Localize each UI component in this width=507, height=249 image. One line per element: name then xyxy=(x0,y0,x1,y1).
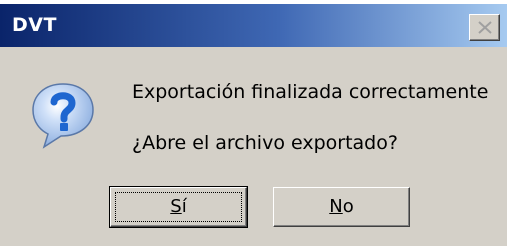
titlebar[interactable]: DVT xyxy=(0,4,507,47)
message-text: Exportación finalizada correctamente xyxy=(132,81,489,103)
message-dialog: DVT Exportación finalizada correctamente… xyxy=(0,0,507,249)
no-button[interactable]: No xyxy=(273,187,410,227)
no-button-label: No xyxy=(329,196,354,217)
question-text: ¿Abre el archivo exportado? xyxy=(132,132,398,154)
close-icon xyxy=(478,21,492,34)
yes-button[interactable]: Sí xyxy=(109,186,248,228)
question-icon xyxy=(32,83,94,149)
yes-button-label: Sí xyxy=(170,196,187,217)
close-button[interactable] xyxy=(469,14,500,41)
window-title: DVT xyxy=(12,14,57,36)
